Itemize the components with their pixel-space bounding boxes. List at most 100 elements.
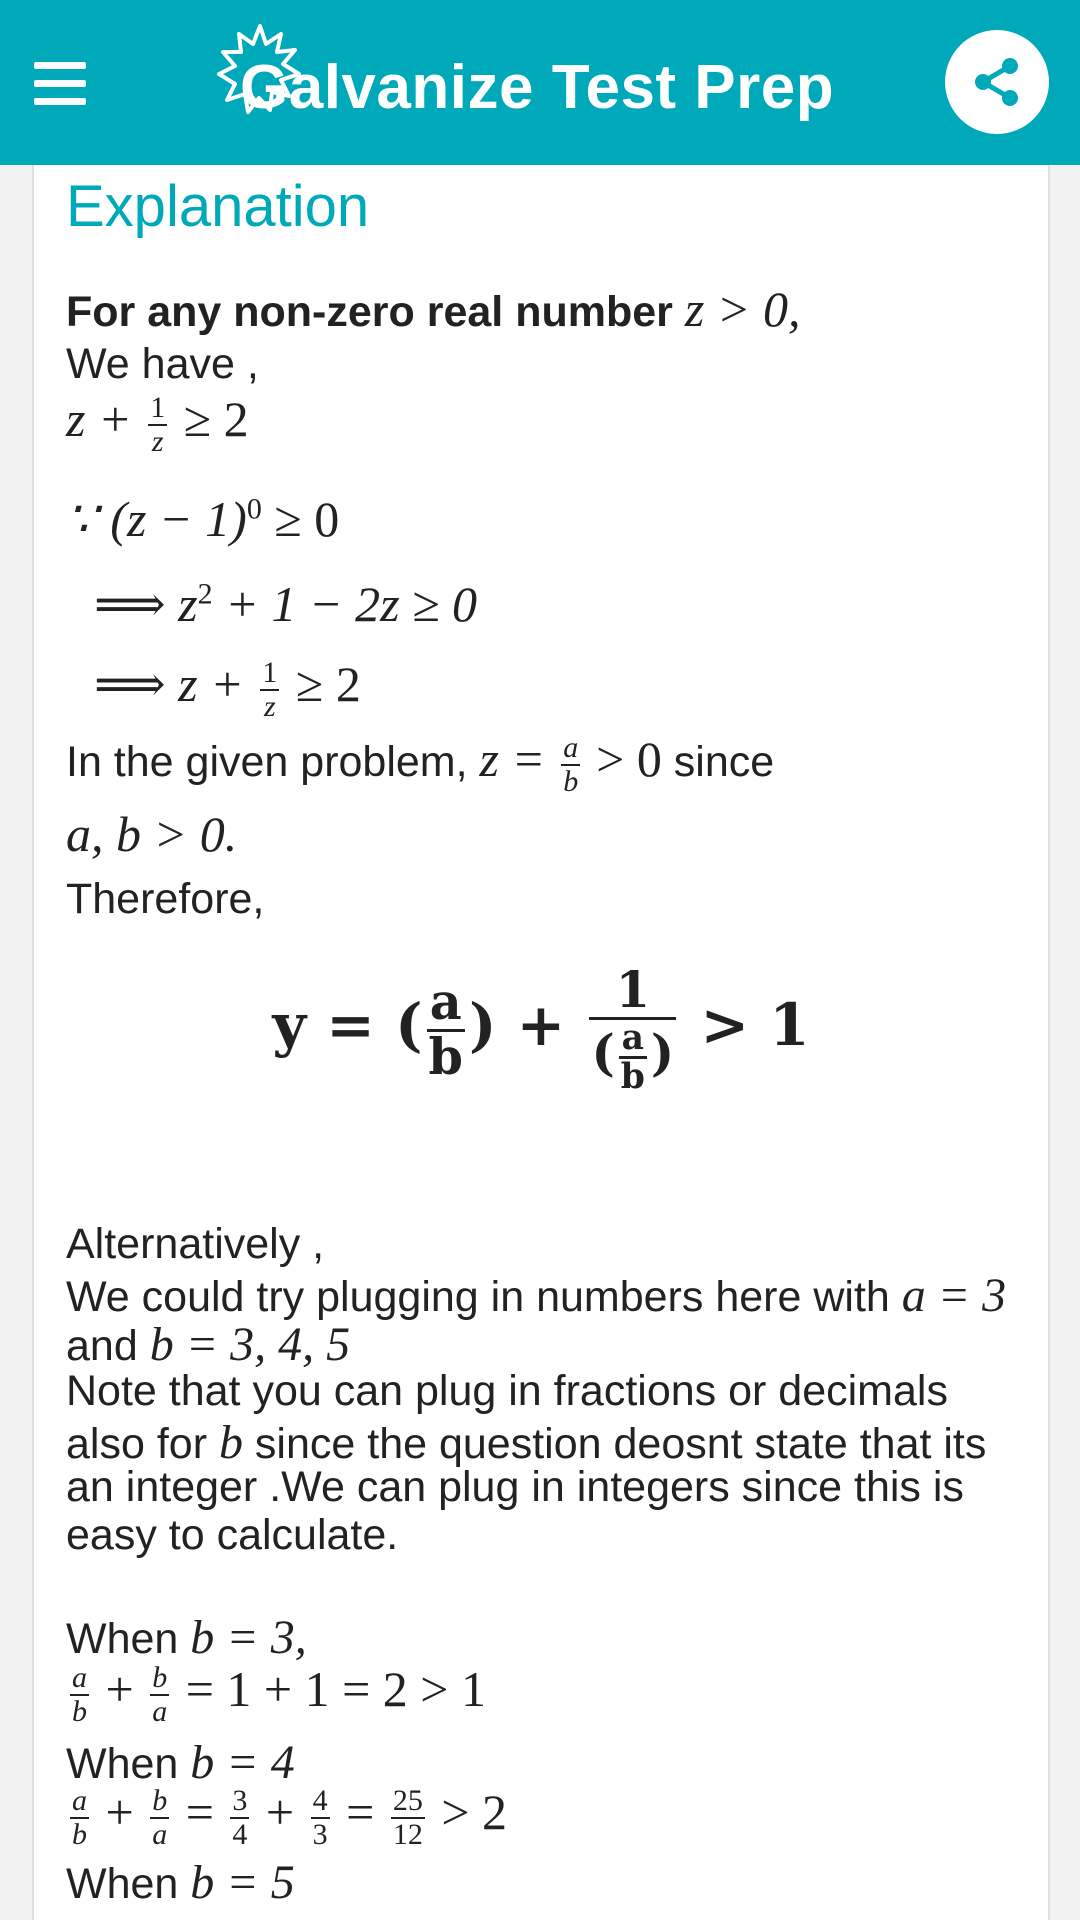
case-label: When (66, 1740, 179, 1788)
case-1-equation: ab + ba = 1 + 1 = 2 > 1 (66, 1660, 486, 1727)
menu-bar (34, 98, 86, 105)
frac-den: b (426, 1027, 466, 1086)
implies2-rhs: ≥ 2 (295, 656, 361, 712)
intro-math: z > 0, (684, 281, 801, 337)
implies-expr: ⟹ z (94, 576, 198, 632)
frac-den: z (260, 688, 280, 723)
implies-rest: + 1 − 2z ≥ 0 (225, 576, 478, 632)
given-condition: a, b > 0. (66, 805, 237, 863)
fraction: 34 (230, 1785, 250, 1851)
frac-den: a (150, 1693, 170, 1728)
case-2-equation: ab + ba = 34 + 43 = 25 12 > 2 (66, 1783, 507, 1850)
given-math-rhs: > 0 (596, 731, 662, 787)
menu-bar (34, 62, 86, 69)
note-text: since the question deosnt state that its (254, 1420, 987, 1468)
frac-num: a (429, 972, 462, 1031)
menu-bar (34, 80, 86, 87)
frac-num: 25 (392, 1784, 423, 1818)
ineq-rhs: ≥ 2 (183, 391, 249, 447)
note-text: also for (66, 1420, 208, 1468)
alternatively-text: Alternatively , (66, 1220, 325, 1268)
because-exponent: 0 (246, 492, 262, 526)
and-math: b = 3, 4, 5 (149, 1318, 351, 1371)
share-icon (975, 58, 1018, 106)
intro-text: For any non-zero real number (66, 288, 673, 336)
plug-math: a = 3 (901, 1269, 1007, 1322)
frac-num: b (152, 1784, 168, 1818)
frac-num: 4 (312, 1784, 328, 1818)
equals: = (346, 1784, 375, 1840)
app-header: Galvanize Test Prep (0, 0, 1080, 165)
frac-num: b (152, 1661, 168, 1695)
fraction: ba (150, 1784, 170, 1851)
fraction: ab (618, 1017, 647, 1097)
because-line: ∵ (z − 1)0 ≥ 0 (66, 490, 339, 548)
case-math: b = 4 (190, 1736, 295, 1789)
frac-num: a (621, 1017, 645, 1058)
implies-line-1: ⟹ z2 + 1 − 2z ≥ 0 (94, 575, 477, 633)
frac-num: a (563, 731, 579, 765)
plug-line: We could try plugging in numbers here wi… (66, 1268, 1006, 1323)
note-line-4: easy to calculate. (66, 1511, 399, 1559)
fraction: ab (70, 1662, 89, 1727)
frac-num: a (72, 1784, 87, 1818)
fraction: ab (561, 731, 581, 798)
because-rhs: ≥ 0 (274, 491, 340, 547)
display-lhs: y = ( (272, 991, 423, 1060)
and-text: and (66, 1322, 138, 1370)
given-text-since: since (673, 738, 775, 786)
frac-den: b (561, 763, 581, 798)
frac-den: (a b) (589, 1016, 677, 1097)
display-rhs: > 1 (700, 991, 810, 1060)
case-1-heading: When b = 3, (66, 1610, 307, 1665)
implies-exponent: 2 (197, 577, 213, 611)
frac-den: b (70, 1693, 89, 1728)
frac-num: 1 (615, 961, 650, 1019)
paren: ( (591, 1023, 615, 1082)
plus: + (105, 1661, 134, 1717)
given-line: In the given problem, z = ab > 0 since (66, 730, 774, 797)
note-line-3: an integer .We can plug in integers sinc… (66, 1463, 964, 1511)
case-math: b = 3, (190, 1611, 307, 1664)
and-line: and b = 3, 4, 5 (66, 1317, 350, 1372)
case-label: When (66, 1615, 179, 1663)
fraction: ba (150, 1661, 170, 1728)
note-line-2: also for b since the question deosnt sta… (66, 1415, 986, 1470)
fraction: ab (426, 972, 466, 1086)
hamburger-menu-icon[interactable] (34, 62, 86, 106)
implies2-lhs: ⟹ z + (94, 656, 244, 712)
given-cond-math: a, b > 0. (66, 806, 238, 862)
fraction: 25 12 (390, 1784, 425, 1851)
app-title: Galvanize Test Prep (240, 53, 835, 122)
fraction: ab (70, 1785, 89, 1850)
display-equation: y = (a b) + 1(a b) > 1 (34, 961, 1048, 1097)
case-3-heading: When b = 5 (66, 1855, 295, 1910)
we-have-text: We have , (66, 340, 259, 388)
frac-den: 12 (390, 1816, 425, 1851)
because-expr: ∵ (z − 1) (66, 491, 247, 547)
given-text: In the given problem, (66, 738, 468, 786)
frac-num: 1 (150, 391, 166, 425)
case-2-heading: When b = 4 (66, 1735, 295, 1790)
plus: + (265, 1784, 295, 1840)
fraction: 1z (148, 391, 168, 457)
equals: = (185, 1784, 214, 1840)
frac-den: b (70, 1816, 89, 1851)
fraction: 1z (260, 656, 280, 723)
case-math: b = 5 (190, 1856, 295, 1909)
frac-num: a (72, 1661, 87, 1695)
plus: + (105, 1784, 134, 1840)
frac-den: b (618, 1055, 647, 1097)
section-title: Explanation (66, 174, 370, 239)
case-label: When (66, 1860, 179, 1908)
intro-line: For any non-zero real number z > 0, (66, 280, 801, 338)
share-button[interactable] (945, 30, 1049, 134)
fraction: 43 (310, 1784, 330, 1850)
therefore-text: Therefore, (66, 875, 265, 923)
frac-den: a (150, 1816, 170, 1851)
frac-num: 1 (262, 656, 278, 690)
frac-den: 4 (230, 1816, 250, 1851)
note-math: b (218, 1416, 243, 1469)
inequality-line-1: z + 1z ≥ 2 (66, 390, 249, 457)
implies-line-2: ⟹ z + 1z ≥ 2 (94, 655, 361, 722)
